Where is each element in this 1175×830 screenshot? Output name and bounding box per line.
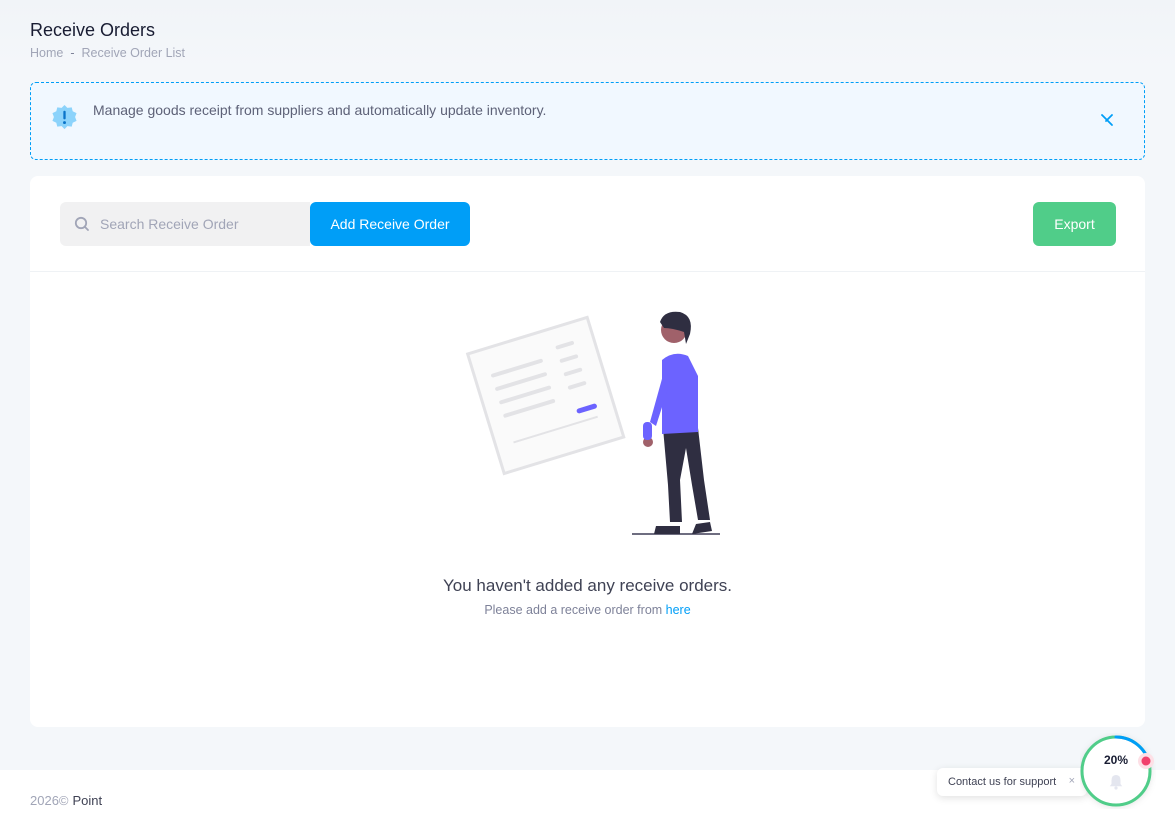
empty-state-illustration: [465, 311, 720, 535]
breadcrumb-separator: -: [70, 46, 75, 60]
support-label: Contact us for support: [948, 776, 1057, 788]
breadcrumb-current: Receive Order List: [81, 46, 186, 60]
footer-year: 2026©: [30, 793, 69, 808]
receive-order-card: Add Receive Order Export You haven't add…: [30, 176, 1145, 727]
notice-message: Manage goods receipt from suppliers and …: [93, 102, 547, 118]
add-receive-order-button[interactable]: Add Receive Order: [310, 202, 470, 246]
breadcrumb: Home - Receive Order List: [30, 46, 185, 60]
exclamation-badge-icon: [52, 104, 77, 130]
footer-copyright: 2026© Point: [30, 793, 102, 808]
progress-widget[interactable]: 20%: [1080, 733, 1156, 809]
support-tooltip[interactable]: Contact us for support ×: [937, 768, 1087, 796]
progress-ring: [1080, 735, 1154, 807]
close-icon[interactable]: [1100, 113, 1114, 127]
empty-state-subtitle: Please add a receive order from here: [30, 603, 1145, 617]
search-input[interactable]: [100, 216, 300, 232]
card-toolbar: Add Receive Order Export: [30, 176, 1145, 272]
search-box: [60, 202, 310, 246]
page-header: Receive Orders Home - Receive Order List: [0, 0, 1175, 70]
empty-state-subtitle-text: Please add a receive order from: [484, 603, 666, 617]
support-close-button[interactable]: ×: [1069, 775, 1075, 787]
footer-brand-link[interactable]: Point: [73, 793, 103, 808]
add-here-link[interactable]: here: [666, 603, 691, 617]
search-icon: [74, 216, 89, 231]
export-button[interactable]: Export: [1033, 202, 1116, 246]
bell-icon: [1109, 775, 1123, 790]
empty-state-title: You haven't added any receive orders.: [443, 576, 732, 595]
info-notice: Manage goods receipt from suppliers and …: [30, 82, 1145, 160]
progress-percent: 20%: [1103, 753, 1129, 767]
breadcrumb-home[interactable]: Home: [30, 46, 63, 60]
page-title: Receive Orders: [30, 20, 156, 40]
